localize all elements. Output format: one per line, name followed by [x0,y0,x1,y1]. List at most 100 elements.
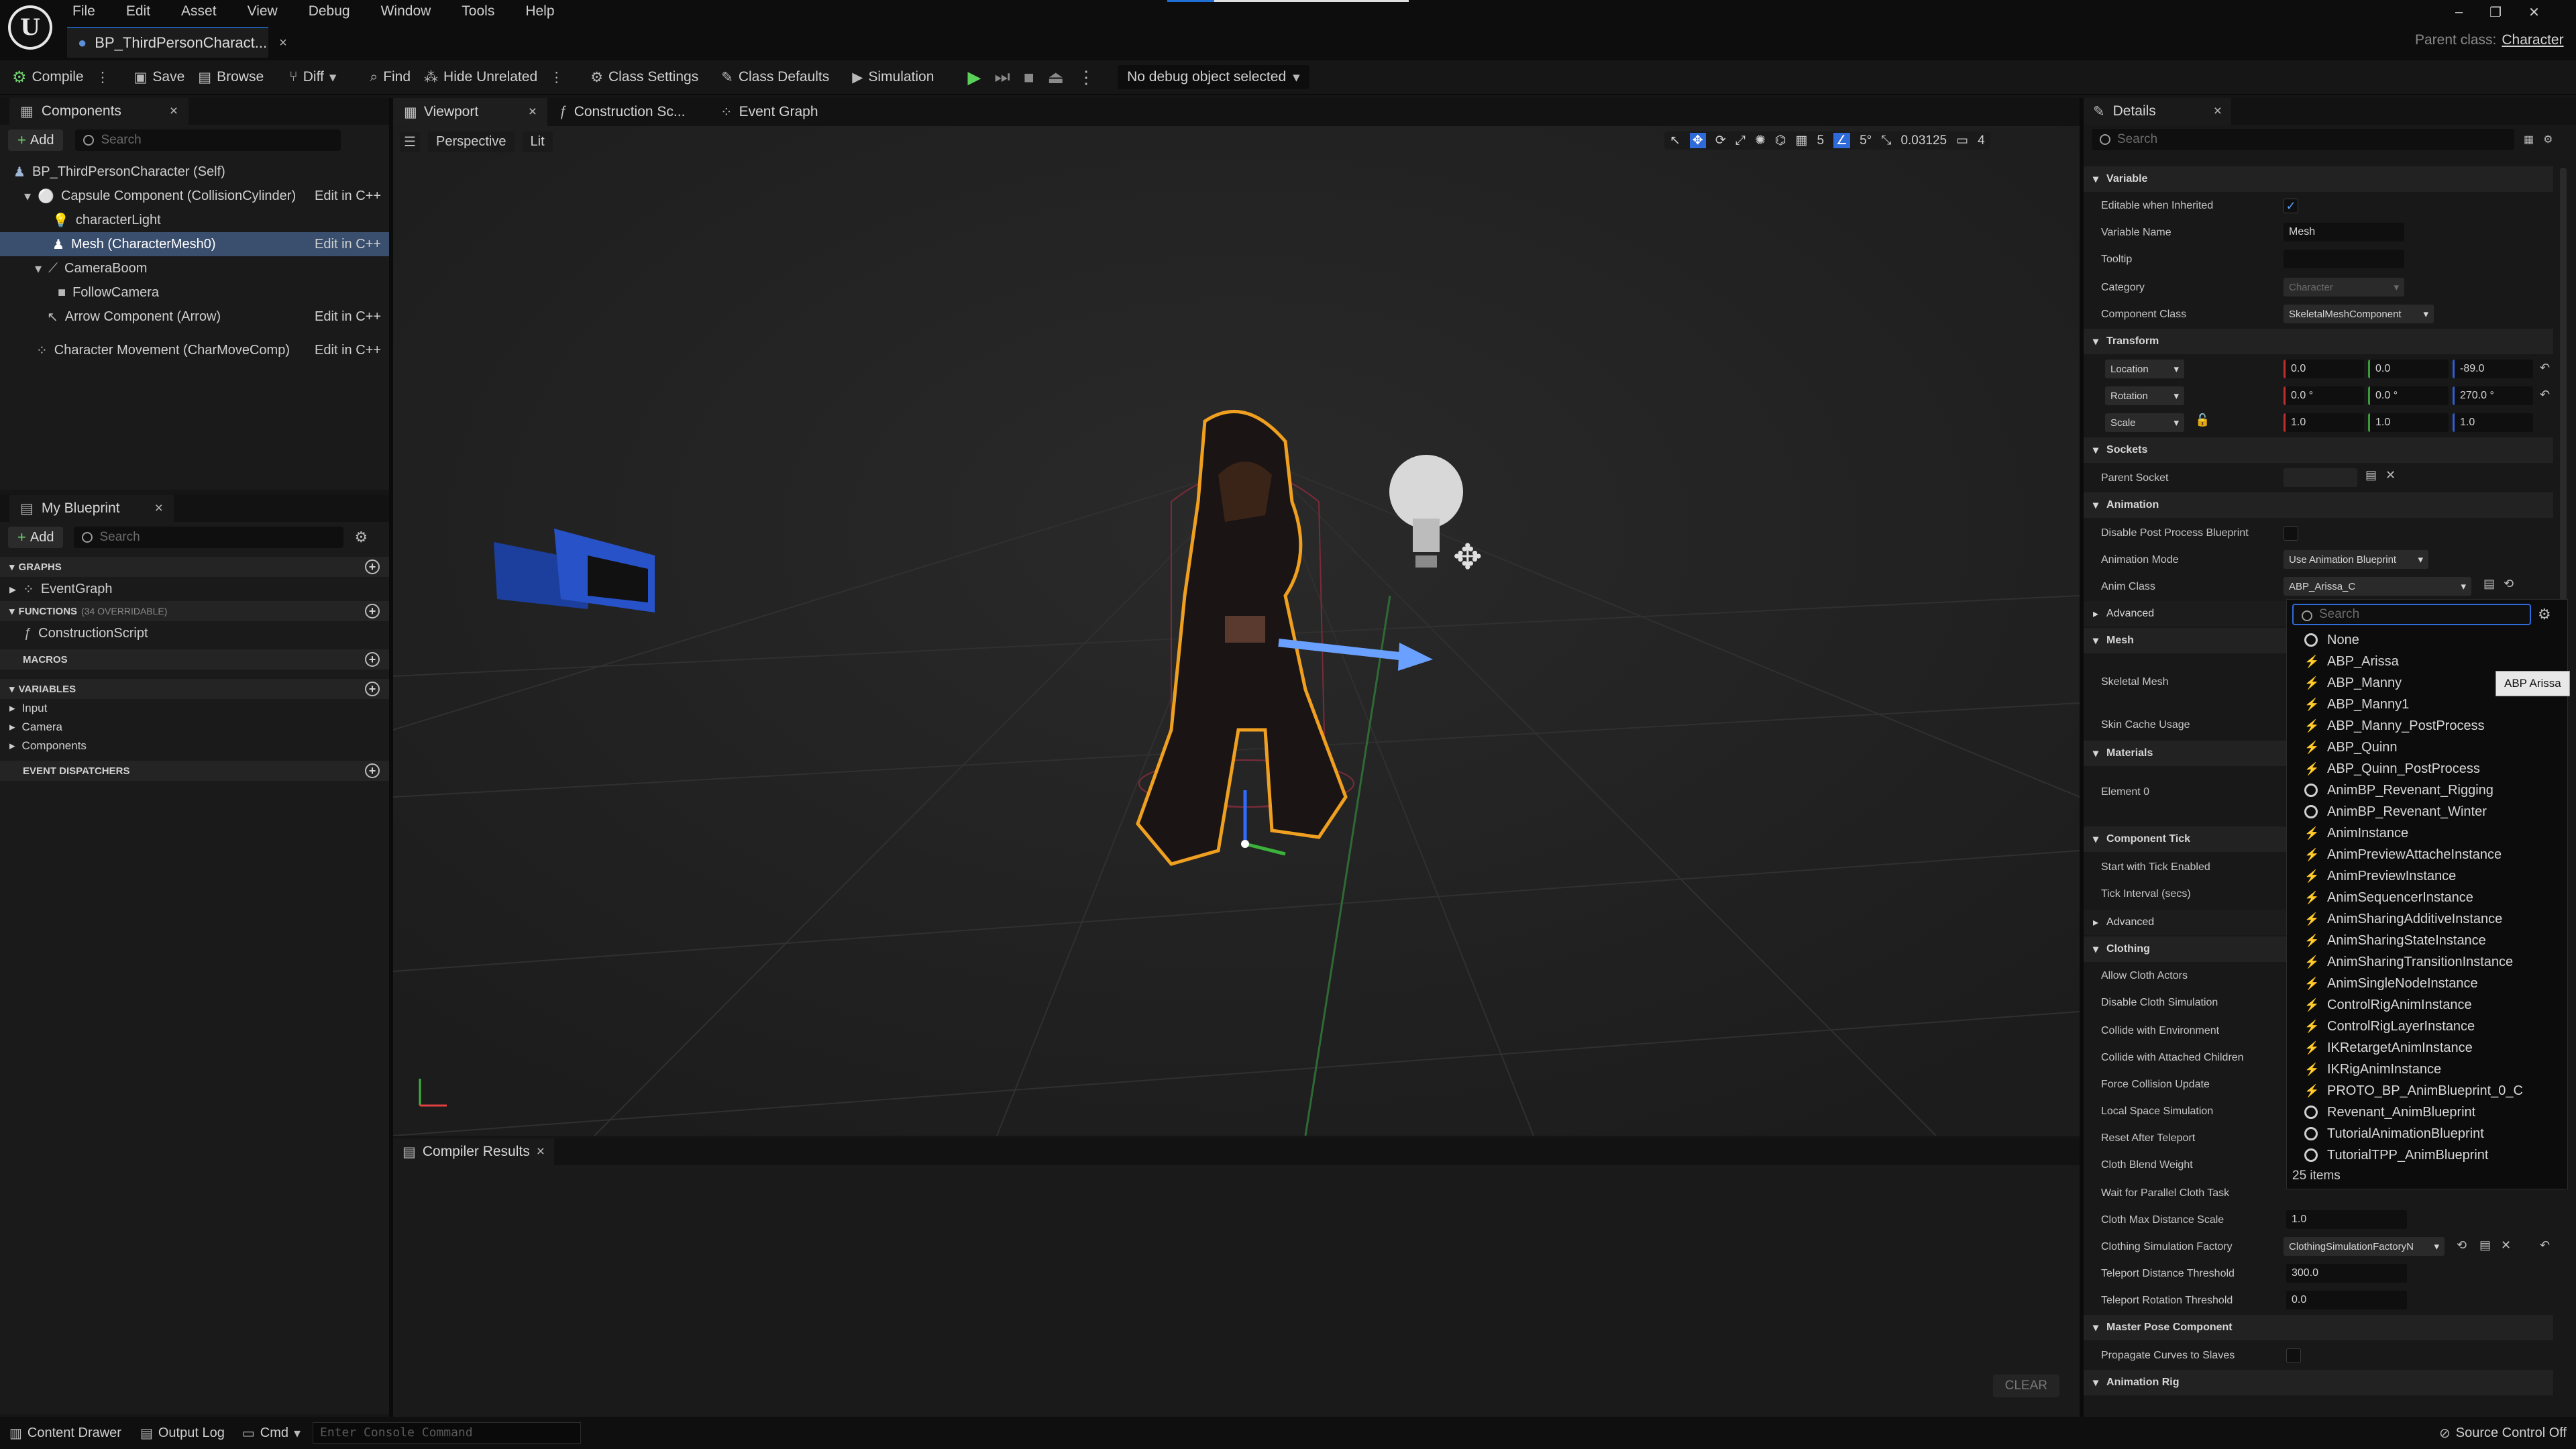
rotation-y-input[interactable]: 0.0 ° [2368,386,2449,405]
variable-section[interactable]: ▾ Variable [2084,166,2553,192]
picker-item[interactable]: ⚡ AnimSharingAdditiveInstance [2287,908,2567,930]
variable-name-input[interactable]: Mesh [2284,223,2404,241]
add-component-button[interactable]: + Add [8,129,64,151]
menu-edit[interactable]: Edit [121,0,156,23]
more-icon[interactable]: ⋮ [549,69,564,86]
reset-icon[interactable]: ↶ [2540,361,2550,375]
browse-button[interactable]: ▤ Browse [191,60,270,95]
tab-event-graph[interactable]: ⁘ Event Graph [708,98,830,126]
picker-search-input[interactable]: Search [2292,604,2531,625]
tab-construction-script[interactable]: ƒ Construction Sc... [547,98,708,126]
location-y-input[interactable]: 0.0 [2368,360,2449,378]
edit-in-cpp-link[interactable]: Edit in C++ [315,237,381,252]
rotate-tool-icon[interactable]: ⟳ [1715,133,1726,148]
lit-button[interactable]: Lit [522,131,553,152]
picker-item[interactable]: None [2287,629,2567,651]
menu-help[interactable]: Help [520,0,559,23]
functions-section[interactable]: ▾ FUNCTIONS (34 OVERRIDABLE) + [0,601,389,621]
picker-item[interactable]: ⚡ ABP_Quinn [2287,737,2567,758]
expand-arrow-icon[interactable]: ▾ [35,260,42,277]
menu-window[interactable]: Window [376,0,437,23]
sockets-section[interactable]: ▾ Sockets [2084,437,2553,463]
picker-item[interactable]: AnimBP_Revenant_Winter [2287,801,2567,822]
add-function-icon[interactable]: + [365,604,380,619]
picker-item[interactable]: ⚡ AnimPreviewAttacheInstance [2287,844,2567,865]
menu-view[interactable]: View [242,0,283,23]
edit-in-cpp-link[interactable]: Edit in C++ [315,343,381,358]
hide-unrelated-button[interactable]: ⁂ Hide Unrelated ⋮ [417,60,570,95]
add-graph-icon[interactable]: + [365,559,380,574]
picker-item[interactable]: ⚡ ABP_Manny_PostProcess [2287,715,2567,737]
browse-socket-icon[interactable]: ▤ [2365,468,2377,482]
tree-item-capsule[interactable]: ▾ ⚪ Capsule Component (CollisionCylinder… [0,184,389,208]
anim-class-dropdown[interactable]: ABP_Arissa_C ▾ [2284,577,2471,596]
cmd-dropdown[interactable]: ▭ Cmd ▾ [234,1417,309,1449]
graphs-section[interactable]: ▾ GRAPHS + [0,557,389,577]
content-drawer-button[interactable]: ▥ Content Drawer [0,1417,131,1449]
debug-object-select[interactable]: No debug object selected ▾ [1118,65,1309,89]
picker-item[interactable]: AnimBP_Revenant_Rigging [2287,780,2567,801]
step-icon[interactable]: ⏭ [994,66,1010,88]
scale-tool-icon[interactable]: ⤢ [1735,133,1746,148]
browse-asset-icon[interactable]: ▤ [2479,1238,2491,1252]
browse-asset-icon[interactable]: ▤ [2483,577,2495,591]
document-tab[interactable]: ● BP_ThirdPersonCharact... × [67,27,287,58]
location-z-input[interactable]: -89.0 [2453,360,2533,378]
expand-arrow-icon[interactable]: ▸ [9,702,15,715]
cloth-factory-dropdown[interactable]: ClothingSimulationFactoryN ▾ [2284,1237,2445,1256]
find-button[interactable]: ⌕ Find [363,60,417,95]
menu-asset[interactable]: Asset [176,0,222,23]
tree-item-arrow[interactable]: ↖ Arrow Component (Arrow) Edit in C++ [0,305,389,329]
picker-item[interactable]: ⚡ AnimInstance [2287,822,2567,844]
grid-size-value[interactable]: 5 [1817,133,1824,148]
rotation-snap-icon[interactable]: ∠ [1833,133,1851,148]
transform-section[interactable]: ▾ Transform [2084,329,2553,354]
more-icon[interactable]: ⋮ [96,69,110,86]
animation-section[interactable]: ▾ Animation [2084,492,2553,518]
picker-item[interactable]: ⚡ AnimSingleNodeInstance [2287,973,2567,994]
variable-category-camera[interactable]: ▸ Camera [0,718,389,737]
gear-icon[interactable]: ⚙ [2538,606,2551,623]
picker-item[interactable]: ⚡ IKRetargetAnimInstance [2287,1037,2567,1059]
menu-debug[interactable]: Debug [303,0,356,23]
camera-speed-value[interactable]: 4 [1978,133,1985,148]
teleport-rot-input[interactable]: 0.0 [2286,1291,2407,1309]
expand-arrow-icon[interactable]: ▸ [9,739,15,753]
clear-icon[interactable]: ✕ [2501,1238,2511,1252]
select-tool-icon[interactable]: ↖ [1670,133,1680,148]
close-icon[interactable]: × [170,103,178,119]
scale-snap-icon[interactable]: ⤡ [1881,133,1891,148]
save-button[interactable]: ▣ Save [127,60,192,95]
expand-arrow-icon[interactable]: ▸ [9,581,16,598]
tree-item-character-movement[interactable]: ⁘ Character Movement (CharMoveComp) Edit… [0,338,389,362]
hamburger-menu-icon[interactable]: ☰ [400,131,420,152]
add-member-button[interactable]: + Add [8,527,64,548]
master-pose-section[interactable]: ▾ Master Pose Component [2084,1315,2553,1340]
tree-item-camera-boom[interactable]: ▾ ⟋ CameraBoom [0,256,389,280]
source-control-status[interactable]: ⊘ Source Control Off [2439,1425,2576,1442]
picker-item[interactable]: ⚡ AnimSharingTransitionInstance [2287,951,2567,973]
compile-button[interactable]: ⚙ Compile ⋮ [0,60,117,95]
my-blueprint-search-input[interactable]: Search [74,527,344,548]
event-dispatchers-section[interactable]: EVENT DISPATCHERS + [0,761,389,781]
editable-inherited-checkbox[interactable]: ✓ [2284,199,2298,213]
variable-category-input[interactable]: ▸ Input [0,699,389,718]
unreal-logo[interactable]: U [8,5,52,50]
parent-socket-input[interactable] [2284,468,2357,487]
macros-section[interactable]: MACROS + [0,649,389,669]
scale-y-input[interactable]: 1.0 [2368,413,2449,432]
scale-x-input[interactable]: 1.0 [2284,413,2364,432]
tree-item-mesh[interactable]: ♟ Mesh (CharacterMesh0) Edit in C++ [0,232,389,256]
edit-in-cpp-link[interactable]: Edit in C++ [315,189,381,204]
picker-item[interactable]: TutorialTPP_AnimBlueprint [2287,1144,2567,1166]
rotation-dropdown[interactable]: Rotation ▾ [2105,386,2184,405]
class-defaults-button[interactable]: ✎ Class Defaults [714,60,836,95]
variable-category-components[interactable]: ▸ Components [0,737,389,755]
expand-arrow-icon[interactable]: ▾ [24,188,31,205]
reset-icon[interactable]: ↶ [2540,388,2550,402]
tooltip-input[interactable] [2284,250,2404,268]
console-input[interactable]: Enter Console Command [313,1422,582,1444]
component-class-dropdown[interactable]: SkeletalMeshComponent ▾ [2284,305,2434,323]
add-dispatcher-icon[interactable]: + [365,763,380,778]
construction-script-item[interactable]: ƒ ConstructionScript [0,621,389,645]
